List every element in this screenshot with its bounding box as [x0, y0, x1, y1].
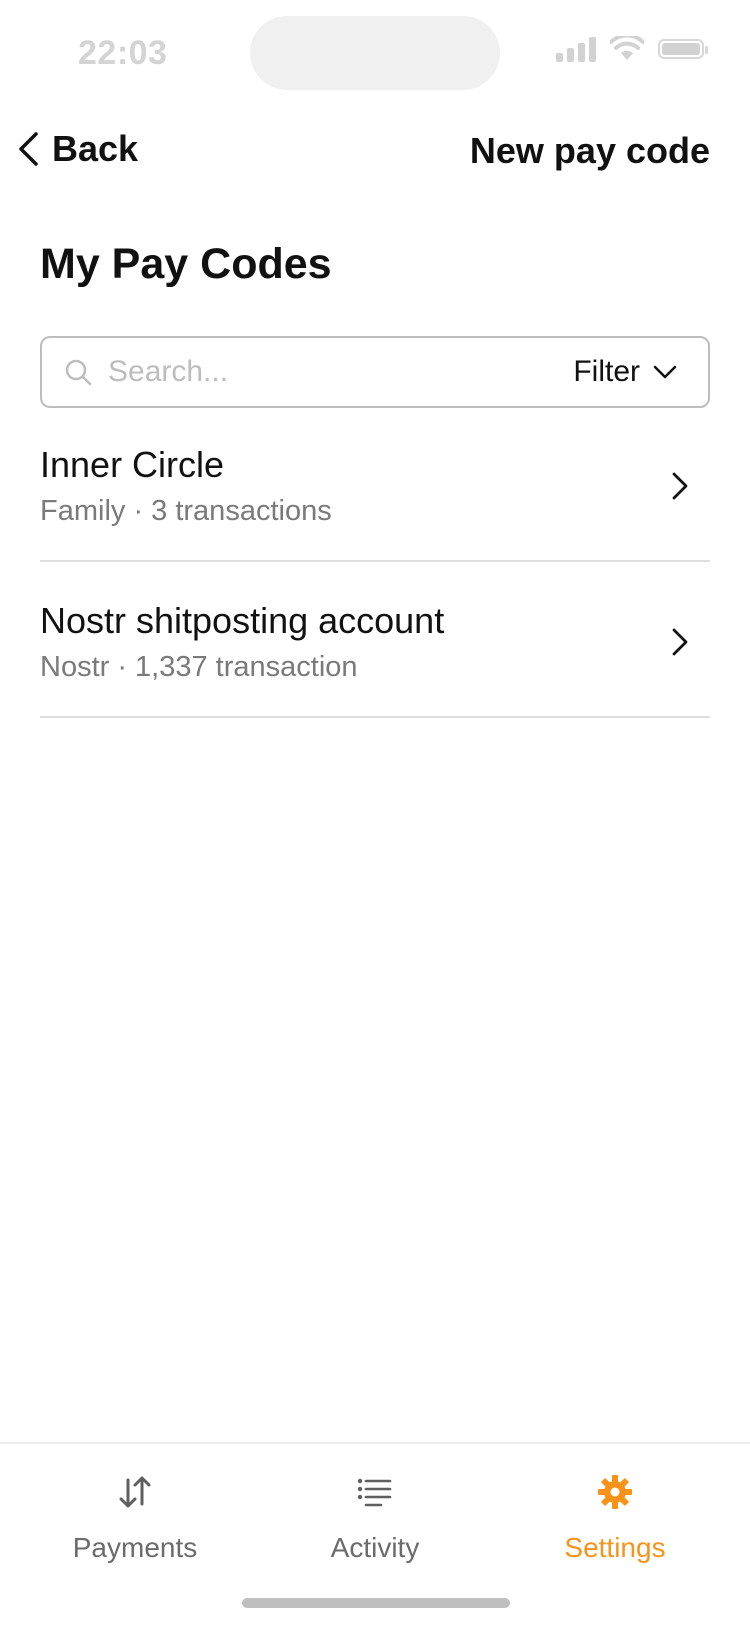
page-title: My Pay Codes	[40, 240, 332, 288]
pay-code-list: Inner Circle Family · 3 transactions Nos…	[40, 420, 710, 732]
pay-code-title: Inner Circle	[40, 444, 225, 485]
search-input[interactable]	[106, 354, 574, 390]
tab-payments-label: Payments	[72, 1532, 198, 1563]
activity-list-icon	[357, 1470, 393, 1514]
status-icons	[556, 36, 708, 62]
pay-code-title: Nostr shitposting account	[40, 600, 445, 641]
search-bar: Filter	[40, 336, 710, 408]
pay-code-subtitle: Family · 3 transactions	[40, 495, 332, 527]
new-pay-code-button[interactable]: New pay code	[470, 130, 710, 172]
pay-code-item-inner-circle[interactable]: Inner Circle Family · 3 transactions	[40, 420, 710, 562]
filter-label: Filter	[573, 355, 640, 388]
pay-code-item-nostr[interactable]: Nostr shitposting account Nostr · 1,337 …	[40, 576, 710, 718]
tab-payments[interactable]: Payments	[10, 1444, 260, 1584]
filter-dropdown[interactable]: Filter	[573, 355, 678, 389]
back-button[interactable]: Back	[16, 128, 138, 170]
chevron-left-icon	[19, 132, 38, 166]
battery-icon	[658, 39, 708, 59]
status-time: 22:03	[78, 34, 168, 72]
wifi-icon	[610, 36, 644, 60]
tab-activity[interactable]: Activity	[250, 1444, 500, 1584]
search-icon	[64, 358, 92, 386]
back-label: Back	[52, 128, 139, 169]
chevron-right-icon	[672, 472, 688, 500]
signal-icon	[556, 36, 596, 62]
gear-icon	[597, 1470, 633, 1514]
dynamic-island	[250, 16, 500, 90]
home-indicator	[242, 1598, 510, 1608]
tab-settings-label: Settings	[564, 1532, 666, 1563]
chevron-right-icon	[672, 628, 688, 656]
tab-activity-label: Activity	[330, 1532, 420, 1563]
payments-arrows-icon	[115, 1470, 155, 1514]
chevron-down-icon	[653, 365, 677, 379]
pay-code-subtitle: Nostr · 1,337 transaction	[40, 651, 358, 683]
tab-settings[interactable]: Settings	[490, 1444, 740, 1584]
